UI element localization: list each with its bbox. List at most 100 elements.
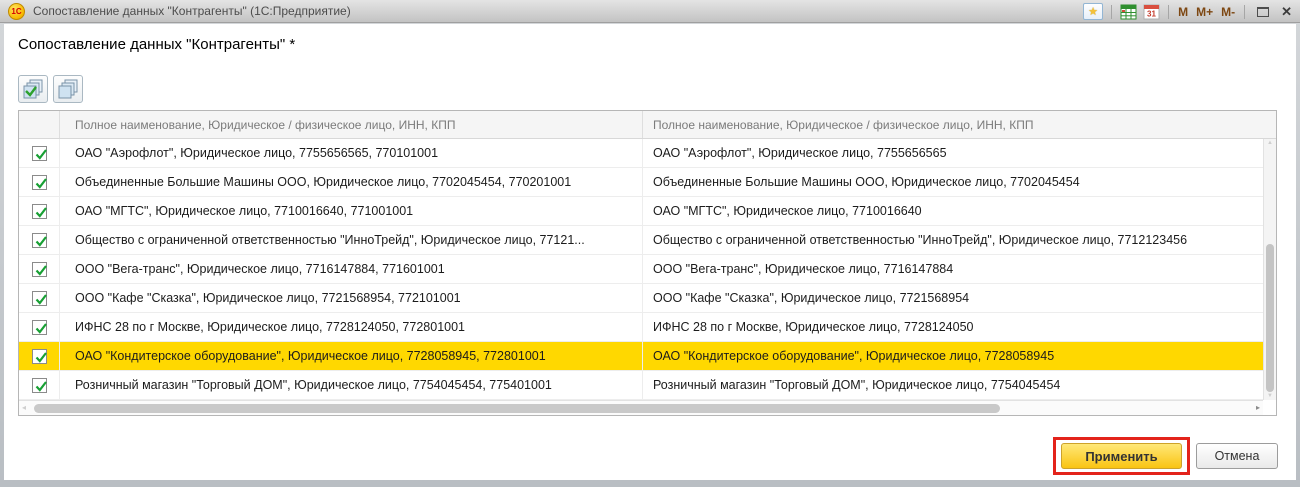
close-button[interactable]: ✕ bbox=[1281, 5, 1292, 18]
row-left-text: ОАО "Аэрофлот", Юридическое лицо, 775565… bbox=[75, 146, 438, 160]
calculator-icon[interactable] bbox=[1120, 4, 1137, 20]
table-row[interactable]: ОАО "Кондитерское оборудование", Юридиче… bbox=[19, 342, 1263, 371]
row-left-cell: Общество с ограниченной ответственностью… bbox=[60, 226, 643, 254]
titlebar-separator bbox=[1244, 5, 1245, 19]
header-right-column: Полное наименование, Юридическое / физич… bbox=[643, 111, 1276, 138]
row-left-cell: ОАО "Кондитерское оборудование", Юридиче… bbox=[60, 342, 643, 370]
check-icon bbox=[33, 204, 50, 221]
table-row[interactable]: Розничный магазин "Торговый ДОМ", Юридич… bbox=[19, 371, 1263, 400]
row-right-text: ООО "Вега-транс", Юридическое лицо, 7716… bbox=[653, 262, 953, 276]
row-left-text: ОАО "МГТС", Юридическое лицо, 7710016640… bbox=[75, 204, 413, 218]
row-left-text: ОАО "Кондитерское оборудование", Юридиче… bbox=[75, 349, 546, 363]
row-right-cell: Розничный магазин "Торговый ДОМ", Юридич… bbox=[643, 371, 1263, 399]
dialog-content: Сопоставление данных "Контрагенты" * Пол… bbox=[4, 24, 1296, 480]
table-row[interactable]: ООО "Вега-транс", Юридическое лицо, 7716… bbox=[19, 255, 1263, 284]
apply-annotation-box: Применить bbox=[1053, 437, 1190, 475]
row-right-cell: ОАО "Кондитерское оборудование", Юридиче… bbox=[643, 342, 1263, 370]
scroll-up-arrow-icon[interactable]: ▲ bbox=[1264, 140, 1276, 146]
row-right-cell: Общество с ограниченной ответственностью… bbox=[643, 226, 1263, 254]
table-row[interactable]: Объединенные Большие Машины ООО, Юридиче… bbox=[19, 168, 1263, 197]
titlebar-controls: ★ 31 M M+ M- ✕ bbox=[1083, 0, 1292, 23]
row-right-cell: ООО "Вега-транс", Юридическое лицо, 7716… bbox=[643, 255, 1263, 283]
check-icon bbox=[33, 378, 50, 395]
table-row[interactable]: Общество с ограниченной ответственностью… bbox=[19, 226, 1263, 255]
window-title: Сопоставление данных "Контрагенты" (1С:П… bbox=[33, 4, 351, 18]
vertical-scrollbar[interactable]: ▲ ▼ bbox=[1263, 139, 1276, 400]
scroll-left-arrow-icon[interactable]: ◂ bbox=[22, 403, 26, 412]
table-row[interactable]: ОАО "Аэрофлот", Юридическое лицо, 775565… bbox=[19, 139, 1263, 168]
row-checkbox[interactable] bbox=[32, 378, 47, 393]
row-right-text: Объединенные Большие Машины ООО, Юридиче… bbox=[653, 175, 1080, 189]
app-window: 1С Сопоставление данных "Контрагенты" (1… bbox=[0, 0, 1300, 487]
row-checkbox[interactable] bbox=[32, 262, 47, 277]
row-right-cell: ИФНС 28 по г Москве, Юридическое лицо, 7… bbox=[643, 313, 1263, 341]
memory-minus-button[interactable]: M- bbox=[1220, 5, 1236, 19]
row-left-cell: ООО "Вега-транс", Юридическое лицо, 7716… bbox=[60, 255, 643, 283]
row-checkbox-cell bbox=[19, 371, 60, 399]
apply-button[interactable]: Применить bbox=[1061, 443, 1182, 469]
row-left-cell: ОАО "Аэрофлот", Юридическое лицо, 775565… bbox=[60, 139, 643, 167]
1c-logo-icon: 1С bbox=[8, 3, 25, 20]
calendar-icon[interactable]: 31 bbox=[1143, 4, 1160, 20]
memory-plus-button[interactable]: M+ bbox=[1195, 5, 1214, 19]
check-all-button[interactable] bbox=[18, 75, 48, 103]
row-checkbox-cell bbox=[19, 284, 60, 312]
favorites-star-button[interactable]: ★ bbox=[1083, 3, 1103, 20]
row-checkbox-cell bbox=[19, 226, 60, 254]
row-left-text: ООО "Вега-транс", Юридическое лицо, 7716… bbox=[75, 262, 445, 276]
table-row[interactable]: ООО "Кафе "Сказка", Юридическое лицо, 77… bbox=[19, 284, 1263, 313]
row-checkbox-cell bbox=[19, 313, 60, 341]
row-left-cell: ООО "Кафе "Сказка", Юридическое лицо, 77… bbox=[60, 284, 643, 312]
cancel-button[interactable]: Отмена bbox=[1196, 443, 1278, 469]
check-all-icon bbox=[22, 78, 44, 100]
table-row[interactable]: ОАО "МГТС", Юридическое лицо, 7710016640… bbox=[19, 197, 1263, 226]
row-left-cell: Объединенные Большие Машины ООО, Юридиче… bbox=[60, 168, 643, 196]
check-icon bbox=[33, 291, 50, 308]
horizontal-scrollbar[interactable]: ◂ ▸ bbox=[19, 400, 1263, 415]
row-left-text: Общество с ограниченной ответственностью… bbox=[75, 233, 585, 247]
memory-button[interactable]: M bbox=[1177, 5, 1189, 19]
matching-table: Полное наименование, Юридическое / физич… bbox=[18, 110, 1277, 416]
titlebar-separator bbox=[1168, 5, 1169, 19]
svg-text:31: 31 bbox=[1147, 9, 1156, 18]
row-left-cell: ОАО "МГТС", Юридическое лицо, 7710016640… bbox=[60, 197, 643, 225]
row-checkbox[interactable] bbox=[32, 349, 47, 364]
table-header: Полное наименование, Юридическое / физич… bbox=[19, 111, 1276, 139]
check-icon bbox=[33, 175, 50, 192]
row-checkbox[interactable] bbox=[32, 204, 47, 219]
horizontal-scrollbar-thumb[interactable] bbox=[34, 404, 1000, 413]
vertical-scrollbar-thumb[interactable] bbox=[1266, 244, 1274, 392]
table-body: ОАО "Аэрофлот", Юридическое лицо, 775565… bbox=[19, 139, 1263, 400]
row-checkbox-cell bbox=[19, 168, 60, 196]
check-icon bbox=[33, 233, 50, 250]
row-checkbox[interactable] bbox=[32, 291, 47, 306]
row-left-text: ИФНС 28 по г Москве, Юридическое лицо, 7… bbox=[75, 320, 465, 334]
scroll-right-arrow-icon[interactable]: ▸ bbox=[1256, 403, 1260, 412]
row-checkbox-cell bbox=[19, 197, 60, 225]
row-checkbox-cell bbox=[19, 139, 60, 167]
title-bar: 1С Сопоставление данных "Контрагенты" (1… bbox=[0, 0, 1300, 23]
row-right-text: ОАО "Кондитерское оборудование", Юридиче… bbox=[653, 349, 1054, 363]
row-checkbox[interactable] bbox=[32, 233, 47, 248]
check-icon bbox=[33, 320, 50, 337]
row-right-text: ОАО "Аэрофлот", Юридическое лицо, 775565… bbox=[653, 146, 947, 160]
row-checkbox[interactable] bbox=[32, 320, 47, 335]
row-left-text: ООО "Кафе "Сказка", Юридическое лицо, 77… bbox=[75, 291, 461, 305]
page-title: Сопоставление данных "Контрагенты" * bbox=[18, 36, 295, 53]
row-checkbox[interactable] bbox=[32, 146, 47, 161]
maximize-button[interactable] bbox=[1257, 7, 1269, 17]
row-left-text: Розничный магазин "Торговый ДОМ", Юридич… bbox=[75, 378, 552, 392]
scroll-down-arrow-icon[interactable]: ▼ bbox=[1264, 393, 1276, 399]
check-icon bbox=[33, 349, 50, 366]
titlebar-separator bbox=[1111, 5, 1112, 19]
row-right-text: ИФНС 28 по г Москве, Юридическое лицо, 7… bbox=[653, 320, 974, 334]
row-right-text: ОАО "МГТС", Юридическое лицо, 7710016640 bbox=[653, 204, 922, 218]
header-left-column: Полное наименование, Юридическое / физич… bbox=[60, 111, 643, 138]
header-checkbox-column bbox=[19, 111, 60, 138]
row-right-text: Общество с ограниченной ответственностью… bbox=[653, 233, 1187, 247]
uncheck-all-button[interactable] bbox=[53, 75, 83, 103]
row-checkbox[interactable] bbox=[32, 175, 47, 190]
uncheck-all-icon bbox=[57, 78, 79, 100]
table-row[interactable]: ИФНС 28 по г Москве, Юридическое лицо, 7… bbox=[19, 313, 1263, 342]
check-icon bbox=[33, 146, 50, 163]
